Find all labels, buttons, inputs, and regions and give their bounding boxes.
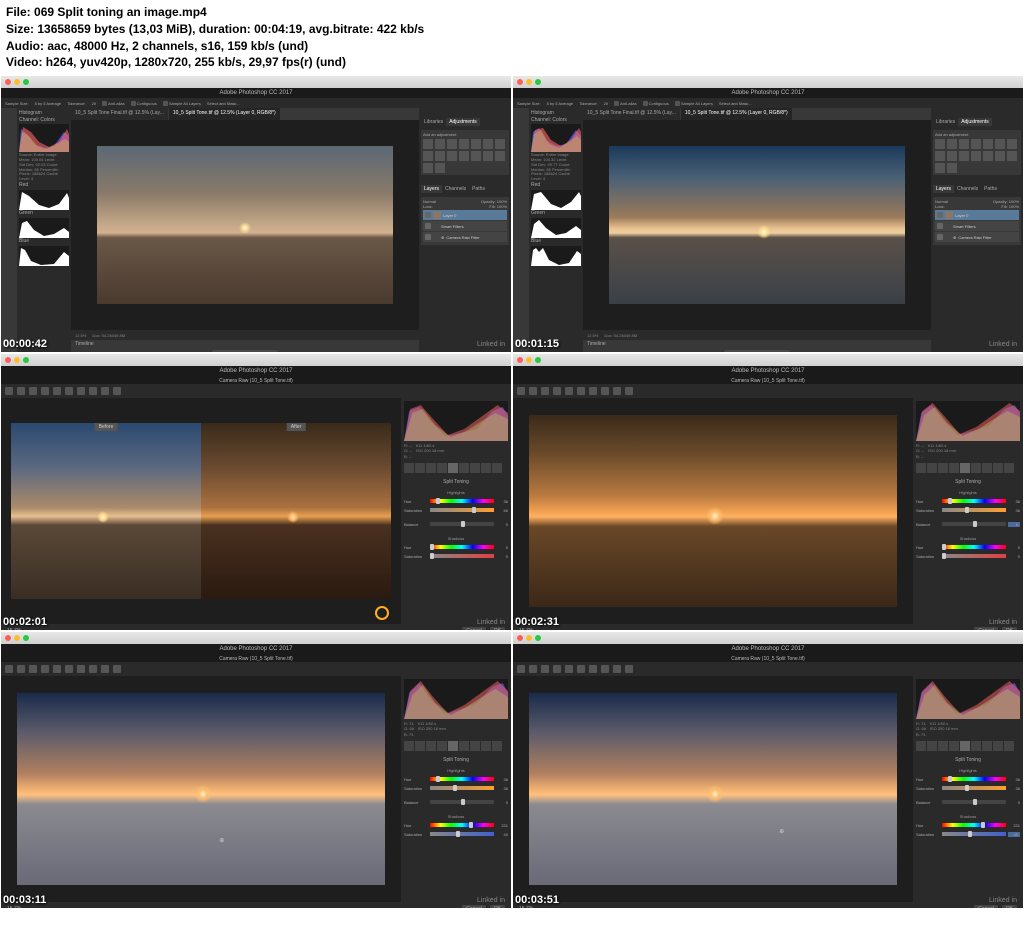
mac-titlebar: [1, 76, 511, 88]
color-histogram: [19, 124, 69, 152]
balance-slider[interactable]: [430, 522, 494, 526]
frame-4: Adobe Photoshop CC 2017 Camera Raw (10_5…: [513, 354, 1023, 630]
size-value: 13658659 bytes (13,03 MiB), duration: 00…: [37, 22, 424, 36]
highlights-hue-slider[interactable]: [430, 499, 494, 503]
tool-palette[interactable]: [1, 108, 17, 352]
tab-working[interactable]: 10_5 Split Tone.tif @ 12.5% (Layer 0, RG…: [169, 108, 280, 120]
video-value: h264, yuv420p, 1280x720, 255 kb/s, 29,97…: [46, 55, 346, 69]
histogram-panel: Histogram Channel: Colors Source: Entire…: [17, 108, 71, 352]
filename: 069 Split toning an image.mp4: [34, 5, 207, 19]
video-label: Video:: [6, 55, 42, 69]
audio-value: aac, 48000 Hz, 2 channels, s16, 159 kb/s…: [47, 39, 308, 53]
before-label: Before: [95, 423, 118, 431]
thumbnail-grid: Adobe Photoshop CC 2017 Sample Size:5 by…: [0, 75, 1024, 909]
frame-3: Adobe Photoshop CC 2017 Camera Raw (10_5…: [1, 354, 511, 630]
frame-2: Adobe Photoshop CC 2017 Sample Size:5 by…: [513, 76, 1023, 352]
frame-5: Adobe Photoshop CC 2017 Camera Raw (10_5…: [1, 632, 511, 908]
camera-raw-tools[interactable]: [1, 384, 511, 398]
canvas[interactable]: [71, 120, 419, 330]
layer-0[interactable]: Layer 0: [423, 210, 507, 220]
right-panels: LibrariesAdjustments Add an adjustment L…: [419, 108, 511, 352]
tab-final[interactable]: 10_5 Split Tone Final.tif @ 12.5% (Lay..…: [71, 108, 168, 120]
create-timeline-button[interactable]: Create Video Timeline: [212, 350, 277, 352]
file-label: File:: [6, 5, 31, 19]
after-label: After: [287, 423, 306, 431]
highlights-sat-slider[interactable]: [430, 508, 494, 512]
frame-1: Adobe Photoshop CC 2017 Sample Size:5 by…: [1, 76, 511, 352]
cancel-button[interactable]: Cancel: [462, 627, 486, 630]
audio-label: Audio:: [6, 39, 44, 53]
ok-button[interactable]: OK: [490, 627, 505, 630]
document-tabs[interactable]: 10_5 Split Tone Final.tif @ 12.5% (Lay..…: [71, 108, 419, 120]
shadows-sat-slider[interactable]: [430, 554, 494, 558]
shadows-hue-slider[interactable]: [430, 545, 494, 549]
app-title: Adobe Photoshop CC 2017: [1, 88, 511, 98]
frame-6: Adobe Photoshop CC 2017 Camera Raw (10_5…: [513, 632, 1023, 908]
size-label: Size:: [6, 22, 34, 36]
camera-raw-histogram: [404, 401, 508, 441]
options-bar[interactable]: Sample Size:5 by 5 Average Tolerance:20 …: [1, 98, 511, 108]
timestamp: 00:00:42: [3, 338, 47, 350]
